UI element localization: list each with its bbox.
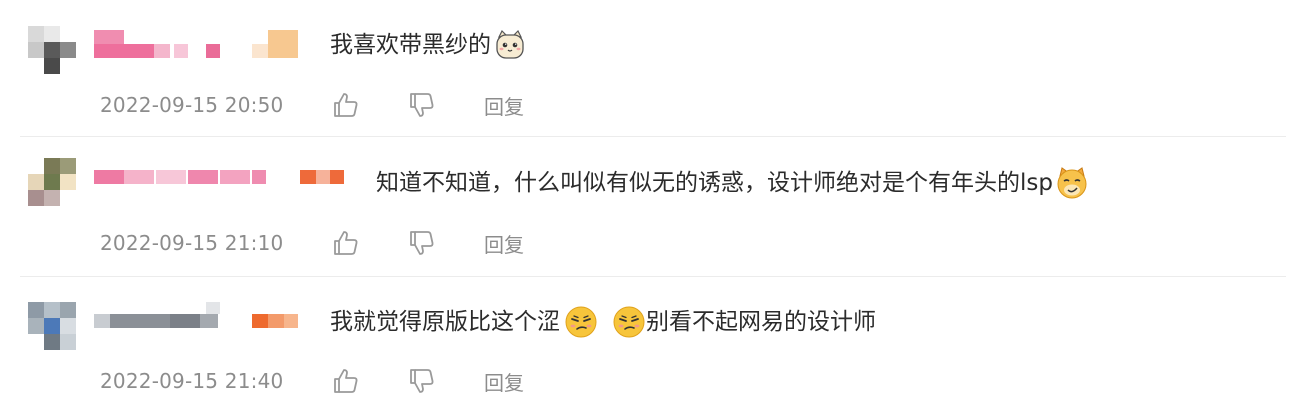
dislike-button[interactable] [406, 366, 436, 396]
reply-button[interactable]: 回复 [484, 91, 524, 120]
like-button[interactable] [330, 228, 360, 258]
comment-timestamp: 2022-09-15 20:50 [100, 93, 284, 117]
thumbs-up-icon [334, 93, 358, 117]
comment-body: 我喜欢带黑纱的 [330, 32, 491, 58]
avatar[interactable] [28, 302, 76, 350]
thumbs-down-icon [410, 231, 434, 255]
cat-face-emoji [496, 29, 524, 59]
thumbs-up-icon [334, 231, 358, 255]
comment-timestamp: 2022-09-15 21:40 [100, 369, 284, 393]
reply-button[interactable]: 回复 [484, 229, 524, 258]
dislike-button[interactable] [406, 228, 436, 258]
username[interactable] [94, 30, 304, 64]
reply-button[interactable]: 回复 [484, 367, 524, 396]
thumbs-down-icon [410, 369, 434, 393]
like-button[interactable] [330, 90, 360, 120]
divider [20, 276, 1286, 277]
smirking-face-emoji [613, 306, 645, 338]
dislike-button[interactable] [406, 90, 436, 120]
username[interactable] [94, 302, 304, 348]
thumbs-up-icon [334, 369, 358, 393]
comment-text: 我喜欢带黑纱的 [330, 28, 527, 62]
smirking-cat-emoji [1057, 167, 1087, 199]
avatar[interactable] [28, 158, 76, 206]
like-button[interactable] [330, 366, 360, 396]
smirking-face-emoji [565, 306, 597, 338]
comment-body: 知道不知道，什么叫似有似无的诱惑，设计师绝对是个有年头的lsp [376, 170, 1053, 196]
comment-text: 知道不知道，什么叫似有似无的诱惑，设计师绝对是个有年头的lsp [376, 166, 1089, 200]
comment-text: 我就觉得原版比这个涩 别看不起网易的设计师 [330, 305, 876, 339]
comment-body-continued: 别看不起网易的设计师 [646, 309, 876, 335]
comment-timestamp: 2022-09-15 21:10 [100, 231, 284, 255]
thumbs-down-icon [410, 93, 434, 117]
comment-body: 我就觉得原版比这个涩 [330, 309, 560, 335]
username[interactable] [94, 170, 354, 204]
avatar[interactable] [28, 26, 76, 74]
divider [20, 136, 1286, 137]
